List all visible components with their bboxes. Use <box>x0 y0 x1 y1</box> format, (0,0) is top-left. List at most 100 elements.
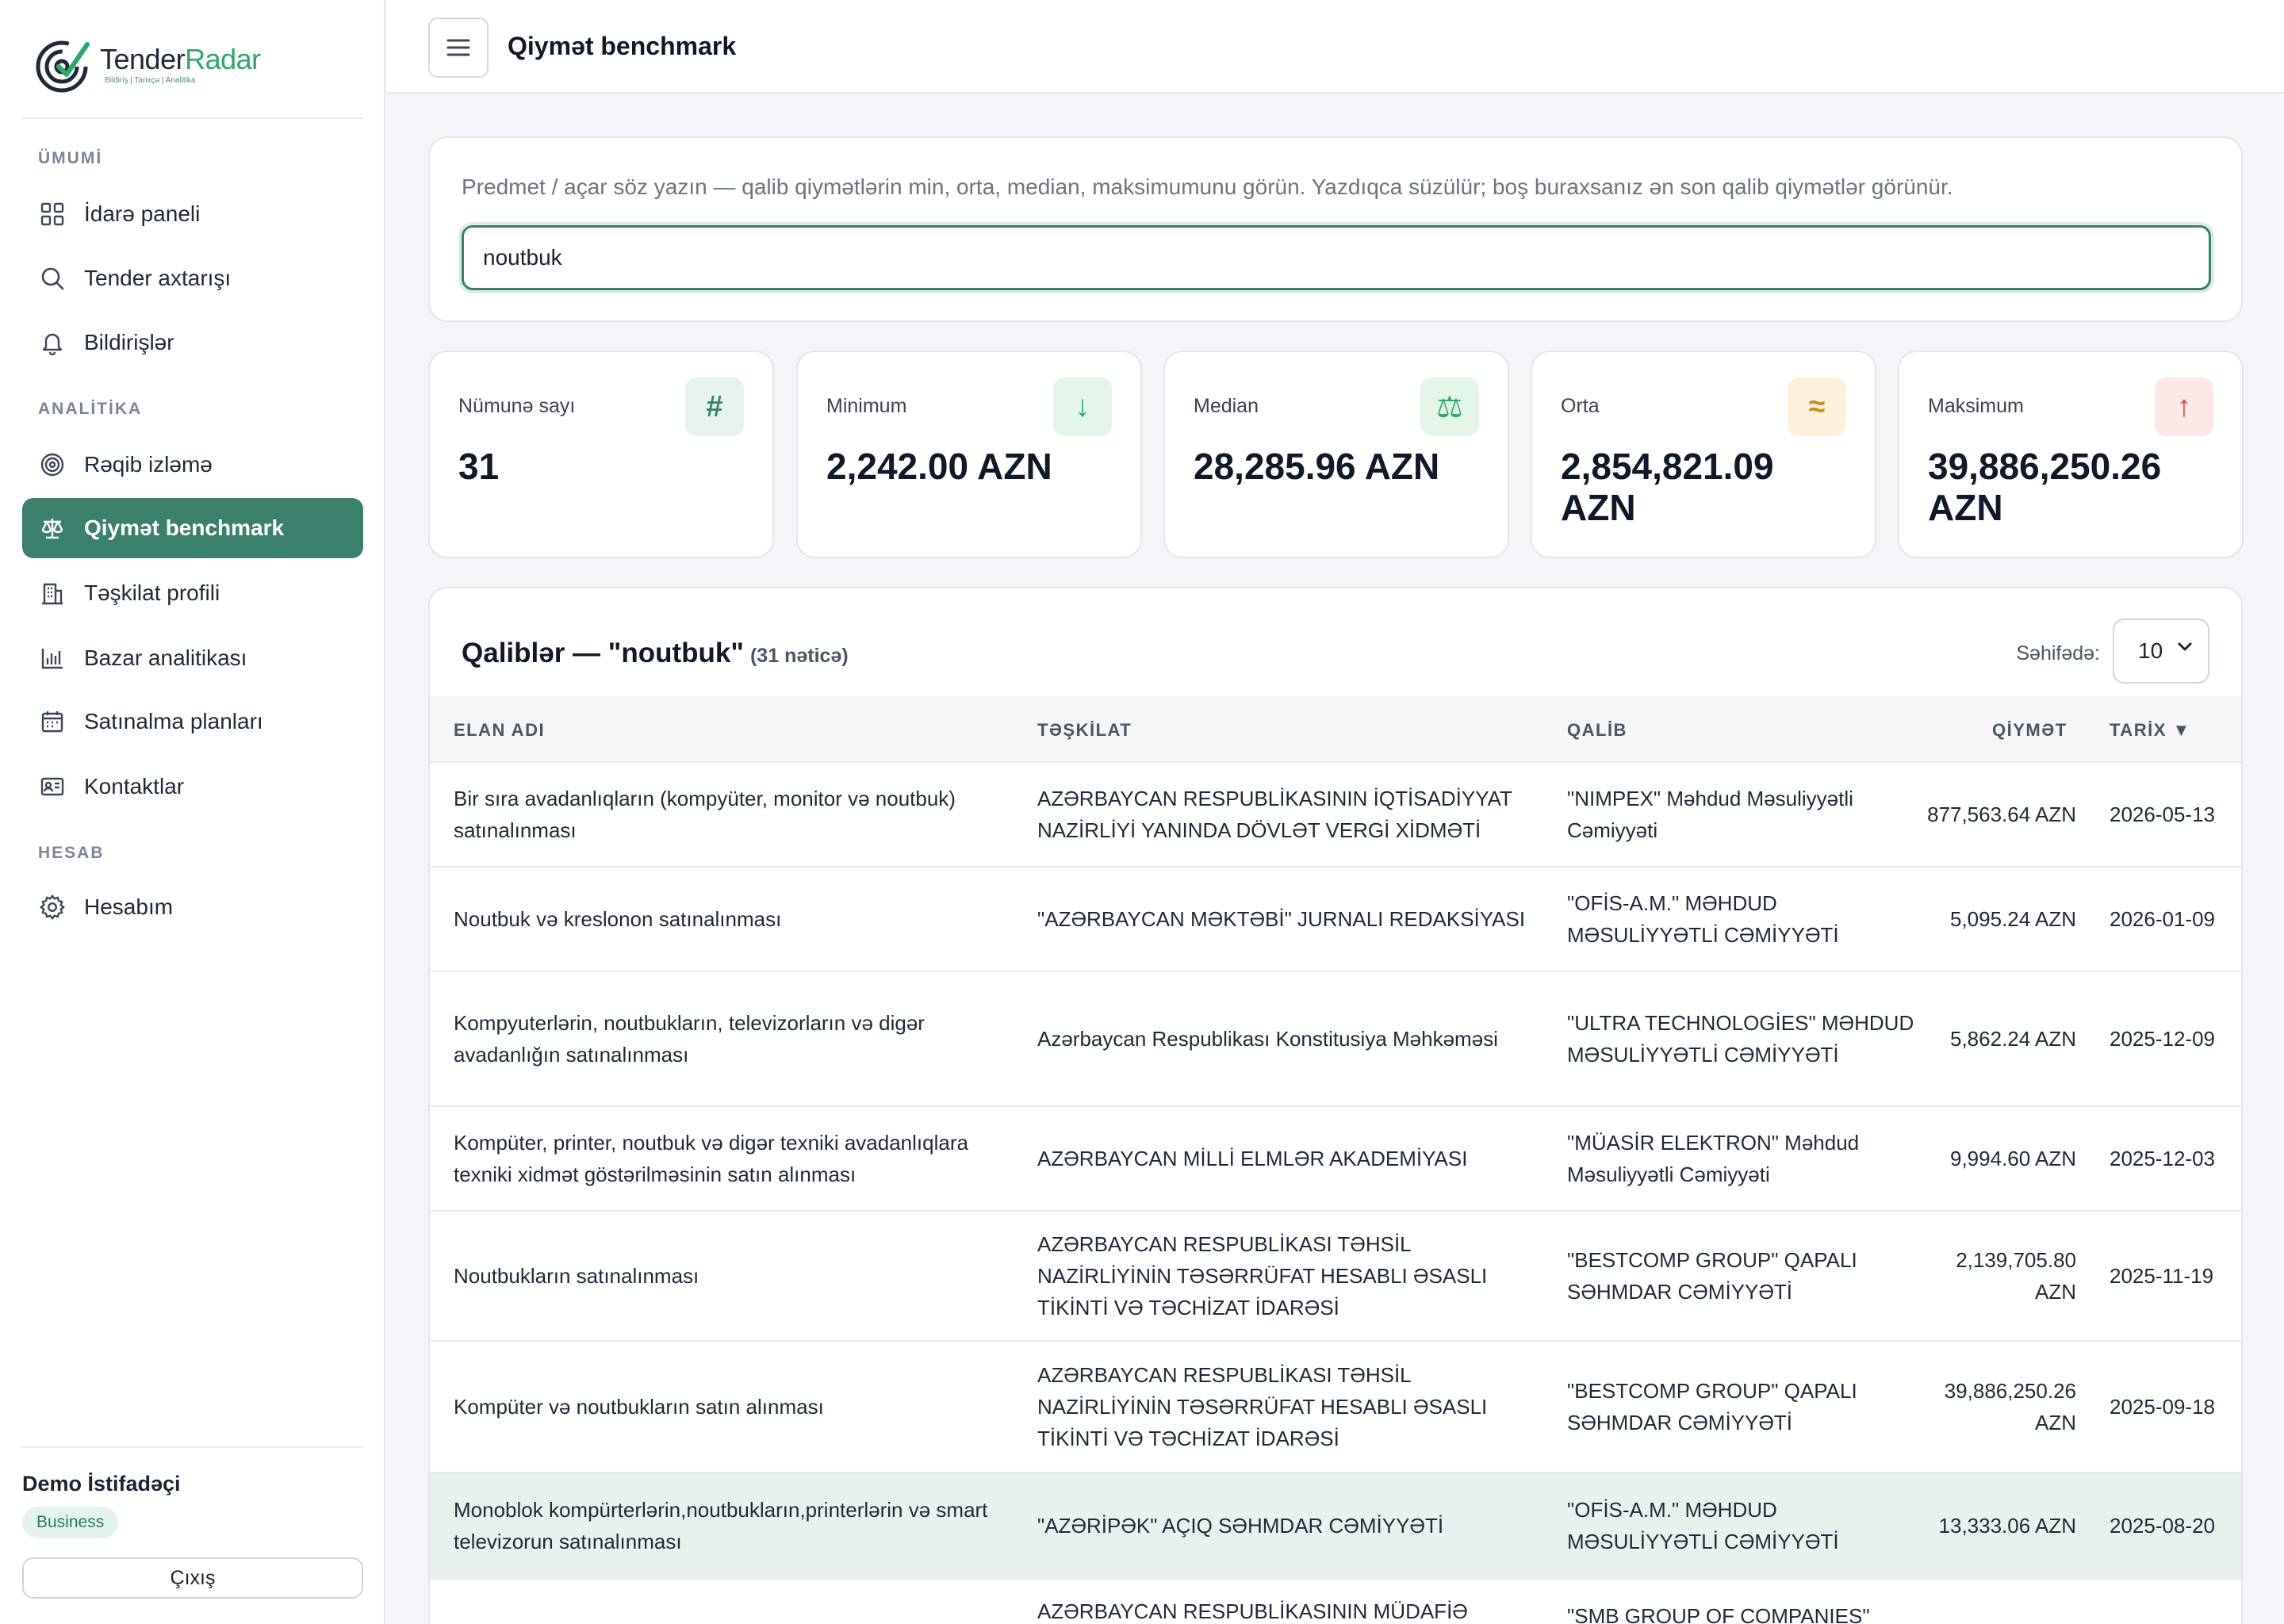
hamburger-icon <box>446 39 470 56</box>
cell-date: 2025-08-20 <box>2110 1514 2215 1538</box>
sidebar-item-label: Hesabım <box>84 894 174 919</box>
stat-card-median: Median ⚖ 28,285.96 AZN <box>1163 350 1509 558</box>
page-title: Qiymət benchmark <box>508 32 737 60</box>
table-row[interactable]: Bir sıra avadanlıqların (kompyüter, moni… <box>430 763 2241 868</box>
cell-organization: AZƏRBAYCAN RESPUBLİKASININ İQTİSADİYYAT … <box>1037 787 1512 842</box>
cell-winner: "BESTCOMP GROUP" QAPALI SƏHMDAR CƏMİYYƏT… <box>1567 1379 1857 1434</box>
stat-label: Nümunə sayı <box>458 395 576 417</box>
building-icon <box>38 579 67 607</box>
cell-organization: AZƏRBAYCAN MİLLİ ELMLƏR AKADEMİYASI <box>1037 1147 1468 1170</box>
arrow-up-icon: ↑ <box>2155 377 2213 436</box>
cell-name: Kompüter, printer, noutbuk və digər texn… <box>454 1131 968 1186</box>
logout-button[interactable]: Çıxış <box>22 1557 363 1599</box>
stat-card-minimum: Minimum ↓ 2,242.00 AZN <box>796 350 1142 558</box>
cell-winner: "BESTCOMP GROUP" QAPALI SƏHMDAR CƏMİYYƏT… <box>1567 1248 1857 1304</box>
cell-winner: "NIMPEX" Məhdud Məsuliyyətli Cəmiyyəti <box>1567 787 1853 842</box>
stat-label: Median <box>1194 395 1259 417</box>
sidebar-item-price-benchmark[interactable]: Qiymət benchmark <box>22 498 363 558</box>
per-page-label: Səhifədə: <box>2016 642 2100 665</box>
stat-value: 2,242.00 AZN <box>826 446 1052 487</box>
cell-price: 5,095.24 AZN <box>1950 907 2076 931</box>
search-input[interactable] <box>462 225 2211 290</box>
column-header-price[interactable]: QİYMƏT <box>1992 720 2067 741</box>
sidebar-item-label: Qiymət benchmark <box>84 515 285 540</box>
sidebar-item-procurement-plans[interactable]: Satınalma planları <box>22 691 363 752</box>
stat-label: Orta <box>1561 395 1600 417</box>
grid-icon <box>38 200 67 228</box>
cell-date: 2025-09-18 <box>2110 1395 2215 1419</box>
cell-date: 2026-05-13 <box>2110 802 2215 826</box>
sidebar-item-organization-profile[interactable]: Təşkilat profili <box>22 563 363 623</box>
search-icon <box>38 264 67 293</box>
stat-label: Maksimum <box>1928 395 2024 417</box>
cell-date: 2025-12-03 <box>2110 1147 2215 1170</box>
cell-name: Monoblok kompürterlərin,noutbukların,pri… <box>454 1498 988 1553</box>
stat-value: 39,886,250.26 AZN <box>1928 446 2162 528</box>
table-row[interactable]: Kompüter, printer, noutbuk və digər texn… <box>430 1107 2241 1212</box>
sidebar-item-dashboard[interactable]: İdarə paneli <box>22 184 363 244</box>
results-title: Qaliblər — "noutbuk" (31 nəticə) <box>462 638 849 668</box>
divider <box>22 1446 363 1448</box>
cell-price: 2,139,705.80 AZN <box>1956 1248 2076 1304</box>
sidebar-item-competitor-tracking[interactable]: Rəqib izləmə <box>22 435 363 495</box>
sidebar-item-label: Satınalma planları <box>84 709 263 733</box>
cell-date <box>2110 1580 2236 1624</box>
table-row[interactable]: Noutbukların satınalınması AZƏRBAYCAN RE… <box>430 1212 2241 1342</box>
sidebar-item-label: Tender axtarışı <box>84 266 232 290</box>
table-row[interactable]: Kompüter və noutbukların satın alınması … <box>430 1342 2241 1473</box>
sidebar: TenderRadar Bildiriş | Tarixçə | Analiti… <box>0 0 385 1624</box>
arrow-down-icon: ↓ <box>1053 377 1112 436</box>
cell-winner: "ULTRA TECHNOLOGİES" MƏHDUD MƏSULİYYƏTLİ… <box>1567 1011 1914 1067</box>
per-page-value: 10 <box>2138 638 2163 663</box>
cell-date: 2025-11-19 <box>2110 1264 2214 1288</box>
cell-winner: "OFİS-A.M." MƏHDUD MƏSULİYYƏTLİ CƏMİYYƏT… <box>1567 1498 1839 1553</box>
sidebar-item-label: Təşkilat profili <box>84 580 220 605</box>
cell-organization: AZƏRBAYCAN RESPUBLİKASI TƏHSİL NAZİRLİYİ… <box>1037 1363 1488 1450</box>
cell-winner: "SMB GROUP OF COMPANIES" <box>1567 1604 1870 1624</box>
table-row[interactable]: AZƏRBAYCAN RESPUBLİKASININ MÜDAFİƏ SƏNAY… <box>430 1580 2241 1624</box>
section-label-general: ÜMUMİ <box>38 149 103 167</box>
menu-toggle-button[interactable] <box>428 17 489 78</box>
cell-winner: "OFİS-A.M." MƏHDUD MƏSULİYYƏTLİ CƏMİYYƏT… <box>1567 891 1839 947</box>
cell-name: Bir sıra avadanlıqların (kompyüter, moni… <box>454 787 956 842</box>
cell-date: 2026-01-09 <box>2110 907 2215 931</box>
cell-price <box>1921 1580 2076 1624</box>
sidebar-item-label: Kontaktlar <box>84 774 185 799</box>
table-row-hovered[interactable]: Monoblok kompürterlərin,noutbukların,pri… <box>430 1473 2241 1580</box>
hash-icon: # <box>685 377 744 436</box>
approx-icon: ≈ <box>1788 377 1846 436</box>
cell-organization: "AZƏRBAYCAN MƏKTƏBİ" JURNALI REDAKSİYASI <box>1037 907 1526 931</box>
sidebar-item-tender-search[interactable]: Tender axtarışı <box>22 248 363 308</box>
per-page-select[interactable]: 10 <box>2113 619 2209 684</box>
search-help-text: Predmet / açar söz yazın — qalib qiymətl… <box>462 174 1953 199</box>
contact-card-icon <box>38 772 67 801</box>
sidebar-item-contacts[interactable]: Kontaktlar <box>22 756 363 817</box>
column-header-organization[interactable]: TƏŞKİLAT <box>1037 720 1132 741</box>
cell-price: 39,886,250.26 AZN <box>1944 1379 2076 1434</box>
user-name: Demo İstifadəçi <box>22 1472 181 1496</box>
search-card: Predmet / açar söz yazın — qalib qiymətl… <box>428 136 2243 322</box>
column-header-winner[interactable]: QALİB <box>1567 720 1627 741</box>
brand-logo[interactable]: TenderRadar Bildiriş | Tarixçə | Analiti… <box>35 35 261 95</box>
stat-value: 31 <box>458 446 500 487</box>
cell-organization: AZƏRBAYCAN RESPUBLİKASININ MÜDAFİƏ SƏNAY… <box>1037 1599 1468 1623</box>
top-bar: Qiymət benchmark <box>387 0 2284 94</box>
cell-price: 877,563.64 AZN <box>1927 802 2076 826</box>
stat-card-average: Orta ≈ 2,854,821.09 AZN <box>1531 350 1876 558</box>
sidebar-item-notifications[interactable]: Bildirişlər <box>22 312 363 373</box>
column-header-date[interactable]: TARİX ▼ <box>2110 720 2191 741</box>
cell-name: Noutbukların satınalınması <box>454 1264 699 1288</box>
scale-icon: ⚖ <box>1420 377 1479 436</box>
table-row[interactable]: Noutbuk və kreslonon satınalınması "AZƏR… <box>430 868 2241 972</box>
sidebar-item-my-account[interactable]: Hesabım <box>22 877 363 937</box>
table-row[interactable]: Kompyuterlərin, noutbukların, televizorl… <box>430 972 2241 1107</box>
column-header-name[interactable]: ELAN ADI <box>454 720 545 741</box>
stat-card-sample-count: Nümunə sayı # 31 <box>428 350 774 558</box>
cell-name: Kompyuterlərin, noutbukların, televizorl… <box>454 1011 925 1067</box>
cell-name <box>454 1580 1009 1624</box>
bell-icon <box>38 328 67 357</box>
target-icon <box>38 450 67 479</box>
stat-card-maximum: Maksimum ↑ 39,886,250.26 AZN <box>1898 350 2244 558</box>
sidebar-item-label: Rəqib izləmə <box>84 452 213 477</box>
sidebar-item-market-analytics[interactable]: Bazar analitikası <box>22 628 363 688</box>
